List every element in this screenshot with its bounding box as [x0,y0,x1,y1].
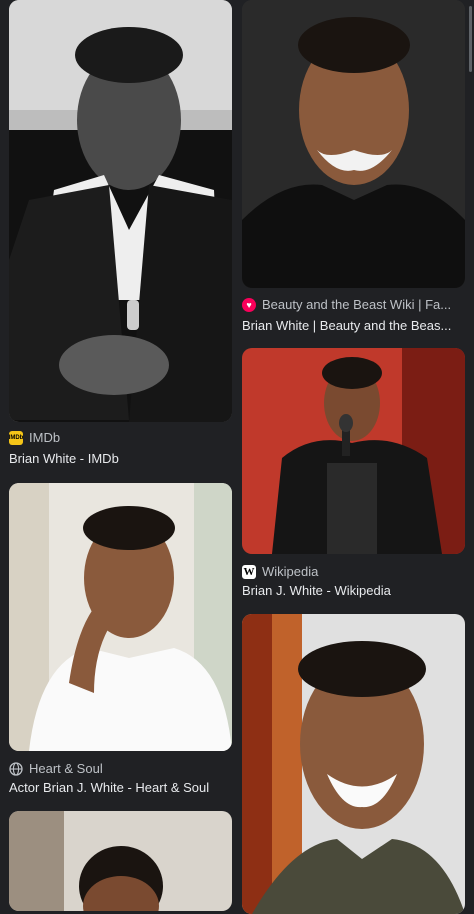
result-title[interactable]: Brian White - IMDb [9,451,232,466]
wikipedia-icon: W [242,564,256,579]
result-image-imdb[interactable] [9,0,232,422]
result-source[interactable]: ♥ Beauty and the Beast Wiki | Fa... [242,297,465,312]
result-image-wikipedia[interactable] [242,348,465,554]
result-title[interactable]: Brian White | Beauty and the Beas... [242,318,465,333]
imdb-icon: IMDb [9,430,23,445]
result-image[interactable] [242,614,465,914]
result-image-fandom[interactable] [242,0,465,288]
result-source[interactable]: W Wikipedia [242,564,465,579]
result-source[interactable]: Heart & Soul [9,761,232,776]
result-source[interactable]: IMDb IMDb [9,430,232,445]
result-title[interactable]: Brian J. White - Wikipedia [242,583,465,598]
scrollbar[interactable] [469,6,472,72]
result-image[interactable] [9,811,232,911]
fandom-icon: ♥ [242,297,256,312]
globe-icon [9,761,23,776]
result-image-heart-soul[interactable] [9,483,232,751]
result-title[interactable]: Actor Brian J. White - Heart & Soul [9,780,232,795]
